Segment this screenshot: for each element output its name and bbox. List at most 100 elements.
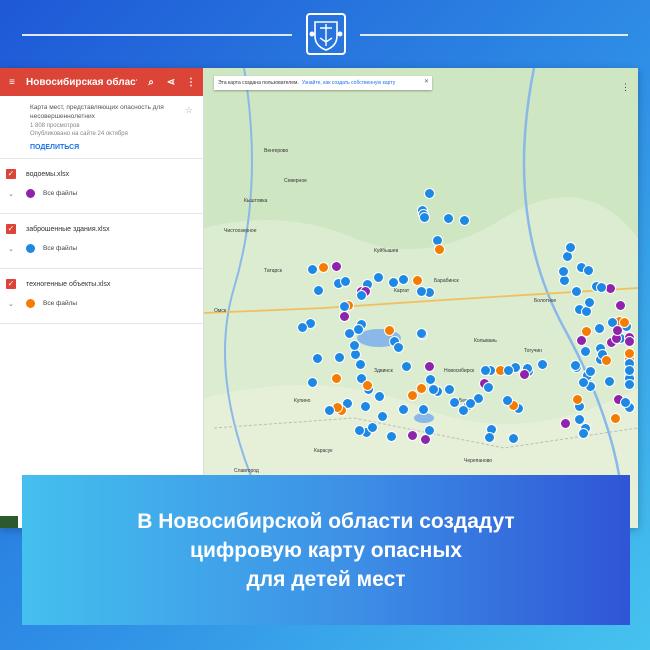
map-marker-icon[interactable] (624, 335, 635, 347)
map-marker-icon[interactable] (313, 284, 325, 296)
layer-technogenic: ✓ техногенные объекты.xlsx ⌄ Все файлы (0, 269, 203, 325)
layer-name: водоемы.xlsx (26, 170, 70, 178)
map-marker-icon[interactable] (306, 376, 318, 388)
layer-files-label[interactable]: Все файлы (43, 190, 77, 197)
map-town-label: Черепаново (464, 458, 493, 464)
view-count: 1 808 просмотров (30, 122, 80, 129)
map-description: Карта мест, представляющих опасность для… (30, 104, 164, 120)
map-marker-icon[interactable] (415, 383, 427, 395)
layer-name: техногенные объекты.xlsx (26, 280, 111, 288)
notice-text: Эта карта создана пользователем. (218, 80, 299, 86)
map-marker-icon[interactable] (419, 433, 431, 445)
map-marker-icon[interactable] (501, 394, 513, 406)
map-marker-icon[interactable] (570, 359, 582, 371)
map-marker-icon[interactable] (442, 212, 454, 224)
star-icon[interactable]: ☆ (185, 104, 193, 116)
map-town-label: Болотное (534, 298, 557, 304)
map-notice-bar: Эта карта создана пользователем. Узнайте… (214, 76, 432, 90)
map-description-block: Карта мест, представляющих опасность для… (0, 96, 203, 160)
map-marker-icon[interactable] (615, 299, 627, 311)
map-town-label: Здвинск (374, 368, 393, 374)
layer-checkbox[interactable]: ✓ (6, 279, 16, 290)
map-marker-icon[interactable] (576, 334, 588, 346)
map-marker-icon[interactable] (624, 379, 635, 391)
map-marker-icon[interactable] (406, 430, 418, 442)
map-marker-icon[interactable] (324, 405, 335, 417)
layer-color-icon (26, 189, 35, 199)
publish-date: Опубликовано на сайте 24 октября (30, 130, 128, 137)
map-marker-icon[interactable] (333, 351, 345, 363)
map-marker-icon[interactable] (383, 324, 395, 336)
map-town-label: Колывань (474, 338, 497, 344)
map-screenshot: ≡ Новосибирская область... ⌕ ⋖ ⋮ Карта м… (0, 68, 638, 528)
map-town-label: Купино (294, 398, 311, 404)
chevron-down-icon[interactable]: ⌄ (8, 245, 18, 253)
map-marker-icon[interactable] (559, 418, 571, 430)
hamburger-menu-icon[interactable]: ≡ (6, 76, 18, 88)
map-town-label: Кыштовка (244, 198, 268, 204)
map-marker-icon[interactable] (465, 397, 477, 409)
search-icon[interactable]: ⌕ (145, 76, 157, 88)
layer-checkbox[interactable]: ✓ (6, 169, 16, 180)
map-marker-icon[interactable] (423, 188, 435, 200)
share-link[interactable]: ПОДЕЛИТЬСЯ (30, 143, 193, 152)
map-town-label: Карасук (314, 448, 333, 454)
map-town-label: Татарск (264, 268, 282, 274)
map-sidebar: ≡ Новосибирская область... ⌕ ⋖ ⋮ Карта м… (0, 68, 204, 528)
header-divider-right (360, 34, 628, 36)
sidebar-corner-block (0, 516, 18, 528)
map-canvas[interactable]: Эта карта создана пользователем. Узнайте… (204, 68, 638, 528)
map-marker-icon[interactable] (624, 364, 635, 376)
map-town-label: Омск (214, 308, 227, 314)
map-marker-icon[interactable] (355, 358, 367, 370)
layer-checkbox[interactable]: ✓ (6, 224, 16, 235)
map-marker-icon[interactable] (583, 296, 595, 308)
close-icon[interactable]: ✕ (424, 78, 429, 85)
layer-files-label[interactable]: Все файлы (43, 300, 77, 307)
sidebar-header: ≡ Новосибирская область... ⌕ ⋖ ⋮ (0, 68, 203, 96)
map-marker-icon[interactable] (355, 289, 367, 301)
map-marker-icon[interactable] (557, 265, 569, 277)
share-icon[interactable]: ⋖ (165, 76, 177, 88)
map-marker-icon[interactable] (372, 271, 384, 283)
more-vert-icon[interactable]: ⋮ (185, 76, 197, 88)
layer-files-label[interactable]: Все файлы (43, 245, 77, 252)
map-marker-icon[interactable] (398, 273, 410, 285)
layer-buildings: ✓ заброшенные здания.xlsx ⌄ Все файлы (0, 214, 203, 270)
notice-link[interactable]: Узнайте, как создать собственную карту (302, 80, 395, 86)
map-marker-icon[interactable] (392, 341, 404, 353)
map-marker-icon[interactable] (397, 403, 409, 415)
map-marker-icon[interactable] (354, 424, 366, 436)
map-marker-icon[interactable] (571, 393, 583, 405)
map-marker-icon[interactable] (443, 384, 455, 396)
map-marker-icon[interactable] (331, 260, 343, 272)
map-town-label: Славгород (234, 468, 259, 474)
chevron-down-icon[interactable]: ⌄ (8, 190, 18, 198)
caption-banner: В Новосибирской области создадут цифрову… (22, 475, 630, 625)
map-town-label: Куйбышев (374, 248, 399, 254)
more-horiz-icon[interactable]: ⋮ (621, 82, 630, 93)
map-marker-icon[interactable] (415, 285, 427, 297)
map-marker-icon[interactable] (480, 364, 492, 376)
map-marker-icon[interactable] (577, 427, 589, 439)
layer-name: заброшенные здания.xlsx (26, 225, 110, 233)
map-town-label: Новосибирск (444, 368, 475, 374)
map-marker-icon[interactable] (423, 361, 435, 373)
map-terrain (204, 68, 638, 528)
map-marker-icon[interactable] (306, 263, 318, 275)
coat-of-arms-icon (306, 13, 346, 55)
map-marker-icon[interactable] (418, 403, 430, 415)
map-marker-icon[interactable] (311, 353, 323, 365)
map-marker-icon[interactable] (585, 365, 597, 377)
caption-text: В Новосибирской области создадут цифрову… (137, 509, 515, 591)
map-town-label: Венгерово (264, 148, 289, 154)
map-marker-icon[interactable] (611, 324, 623, 336)
map-title: Новосибирская область... (26, 76, 137, 88)
layer-color-icon (26, 244, 35, 254)
map-town-label: Каргат (394, 288, 410, 294)
map-marker-icon[interactable] (593, 322, 605, 334)
map-town-label: Барабинск (434, 278, 459, 284)
chevron-down-icon[interactable]: ⌄ (8, 300, 18, 308)
layer-water: ✓ водоемы.xlsx ⌄ Все файлы (0, 159, 203, 215)
header-divider-left (22, 34, 292, 36)
